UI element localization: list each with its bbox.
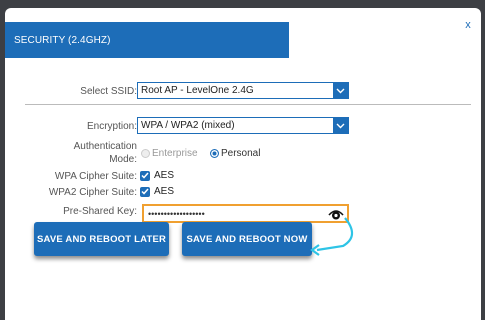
chevron-down-icon: [333, 118, 348, 133]
wpa-cipher-aes[interactable]: AES: [140, 170, 174, 181]
radio-selected-icon: [210, 149, 219, 158]
dialog-title: SECURITY (2.4GHZ): [14, 34, 111, 46]
auth-option-label: Personal: [221, 148, 261, 159]
cipher-value: AES: [154, 186, 175, 197]
save-reboot-later-button[interactable]: SAVE AND REBOOT LATER: [34, 222, 169, 256]
auth-option-label: Enterprise: [152, 148, 198, 159]
wpa-cipher-label: WPA Cipher Suite:: [54, 171, 137, 182]
dialog-title-bar: SECURITY (2.4GHZ): [5, 22, 289, 58]
cipher-value: AES: [154, 170, 175, 181]
section-divider: [25, 104, 471, 105]
radio-icon: [141, 149, 150, 158]
psk-value: ••••••••••••••••••: [148, 208, 205, 219]
ssid-value: Root AP - LevelOne 2.4G: [141, 85, 254, 96]
encryption-label: Encryption:: [86, 121, 137, 132]
checkbox-checked-icon: [140, 170, 150, 181]
close-icon[interactable]: x: [461, 18, 475, 32]
ssid-label: Select SSID:: [80, 86, 137, 97]
auth-mode-label-line1: Authentication: [73, 141, 137, 152]
auth-mode-label-line2: Mode:: [109, 154, 137, 165]
encryption-select[interactable]: WPA / WPA2 (mixed): [137, 117, 349, 134]
auth-option-enterprise[interactable]: Enterprise: [141, 148, 198, 159]
wpa2-cipher-aes[interactable]: AES: [140, 186, 174, 197]
psk-label: Pre-Shared Key:: [63, 206, 137, 217]
annotation-arrow-icon: [310, 217, 354, 256]
checkbox-checked-icon: [140, 186, 150, 197]
auth-option-personal[interactable]: Personal: [210, 148, 260, 159]
wpa2-cipher-label: WPA2 Cipher Suite:: [48, 187, 137, 198]
ssid-select[interactable]: Root AP - LevelOne 2.4G: [137, 82, 349, 99]
encryption-value: WPA / WPA2 (mixed): [141, 120, 235, 131]
security-dialog: SECURITY (2.4GHZ) x Select SSID: Root AP…: [5, 8, 481, 320]
chevron-down-icon: [333, 83, 348, 98]
save-reboot-now-button[interactable]: SAVE AND REBOOT NOW: [182, 222, 312, 256]
